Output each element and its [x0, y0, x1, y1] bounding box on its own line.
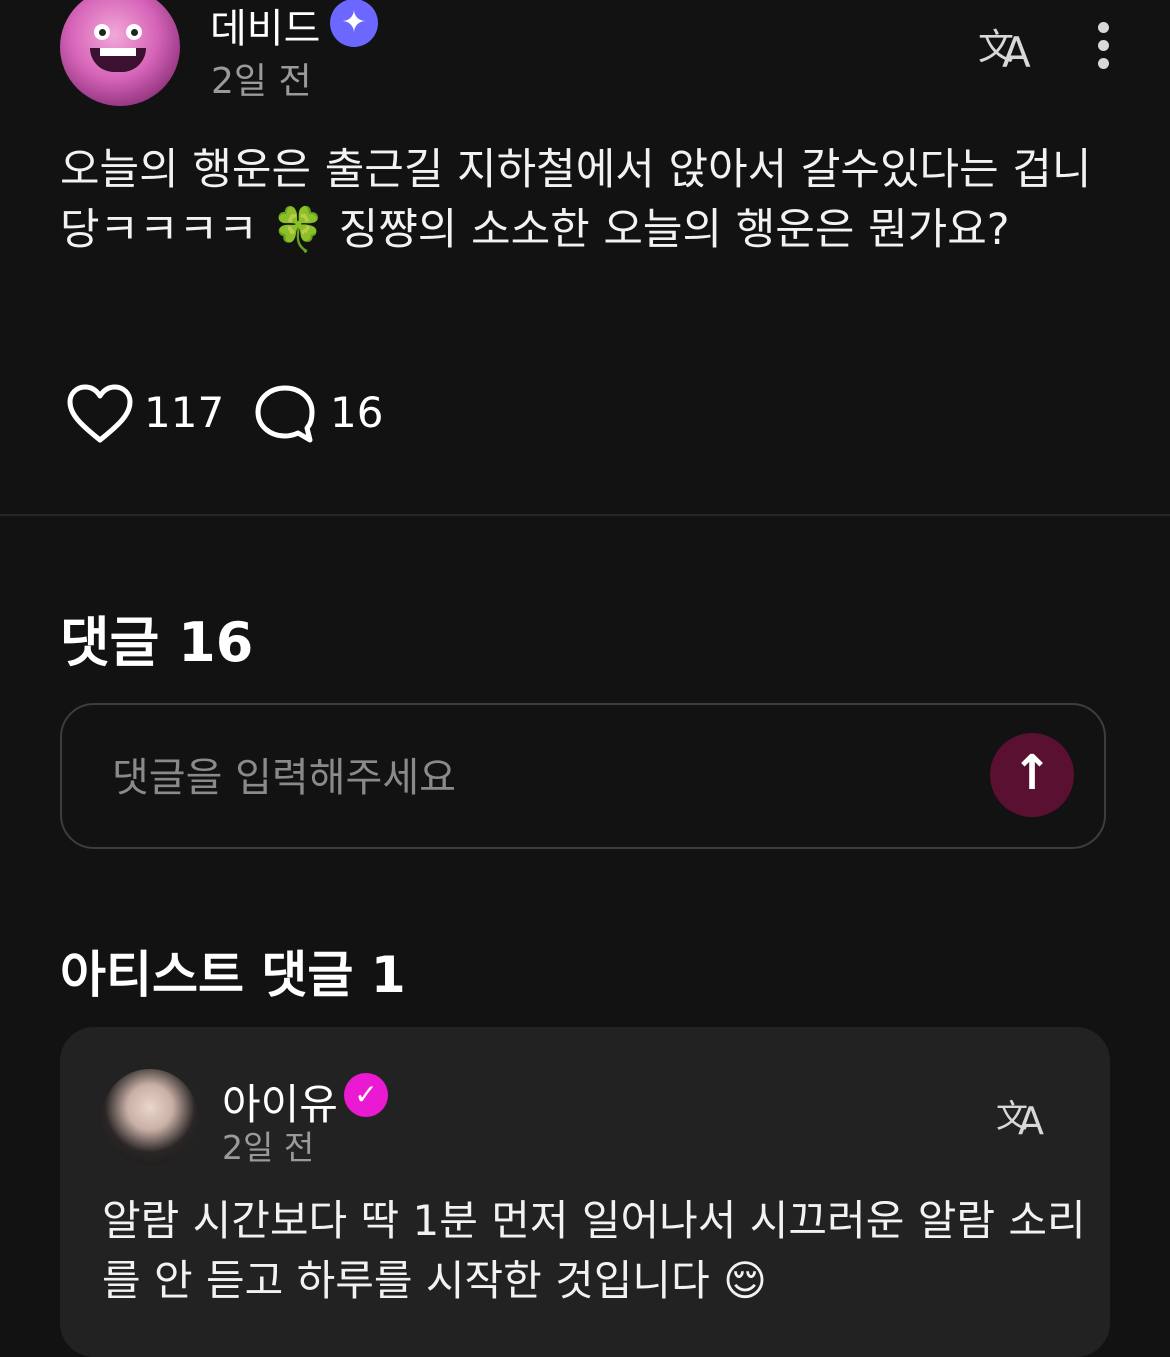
- artist-comment-text: 알람 시간보다 딱 1분 먼저 일어나서 시끄러운 알람 소리를 안 듣고 하루…: [102, 1196, 1086, 1305]
- comment-count: 16: [330, 388, 384, 437]
- heart-icon[interactable]: [66, 384, 134, 448]
- artist-comment-card[interactable]: 아이유 ✓ 2일 전 文 A 알람 시간보다 딱 1분 먼저 일어나서 시끄러운…: [60, 1027, 1110, 1357]
- like-count: 117: [144, 388, 225, 437]
- avatar-eye: [94, 24, 110, 40]
- arrow-up-icon: ↑: [1011, 745, 1053, 801]
- post-time: 2일 전: [211, 61, 312, 102]
- translate-icon[interactable]: 文 A: [978, 18, 1038, 77]
- comment-input[interactable]: [110, 745, 934, 811]
- divider: [0, 514, 1170, 516]
- author-avatar[interactable]: [60, 0, 180, 106]
- author-name[interactable]: 데비드: [210, 0, 320, 54]
- translate-icon[interactable]: 文 A: [996, 1091, 1052, 1143]
- artist-avatar[interactable]: [102, 1069, 198, 1165]
- post-body: 오늘의 행운은 출근길 지하철에서 앉아서 갈수있다는 겁니당ㅋㅋㅋㅋ 🍀 징쨩…: [60, 145, 1092, 255]
- speech-bubble-icon[interactable]: [254, 384, 316, 448]
- comments-title: 댓글 16: [60, 611, 254, 674]
- more-options-icon[interactable]: [1094, 22, 1112, 72]
- avatar-teeth: [100, 48, 136, 56]
- send-button[interactable]: ↑: [990, 733, 1074, 817]
- artist-comment-time: 2일 전: [222, 1128, 315, 1167]
- verified-check-icon: ✓: [344, 1073, 388, 1117]
- sparkle-verified-icon: ✦: [330, 0, 378, 47]
- artist-comments-title: 아티스트 댓글 1: [60, 946, 406, 1004]
- comment-input-box: ↑: [60, 703, 1106, 849]
- avatar-eye: [126, 24, 142, 40]
